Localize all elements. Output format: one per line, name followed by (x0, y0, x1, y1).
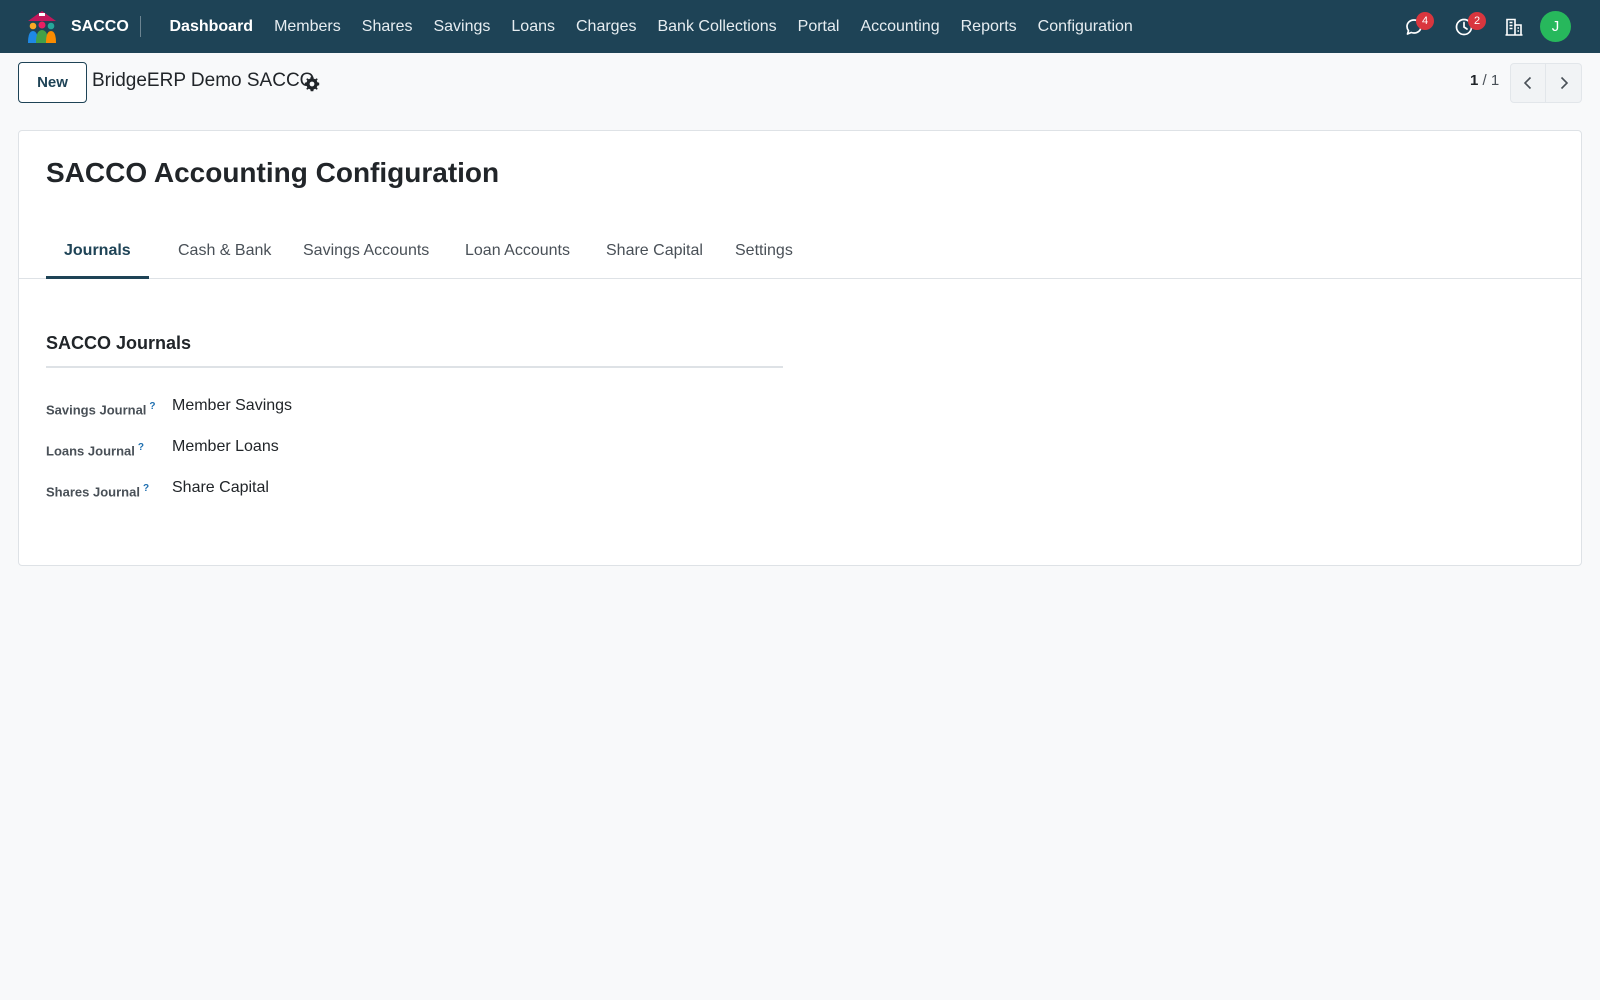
loans-journal-label: Loans Journal? (46, 442, 144, 459)
tab-loan-accounts[interactable]: Loan Accounts (447, 227, 588, 279)
gear-icon[interactable] (304, 76, 320, 92)
menu-item-accounting[interactable]: Accounting (850, 0, 950, 53)
tab-cash-and-bank[interactable]: Cash & Bank (160, 227, 289, 279)
chevron-left-icon (1523, 76, 1532, 90)
menu-item-savings[interactable]: Savings (423, 0, 501, 53)
form-sheet: SACCO Accounting Configuration Journals … (18, 130, 1582, 566)
help-tooltip-icon[interactable]: ? (149, 401, 155, 412)
new-button[interactable]: New (18, 62, 87, 103)
menu-item-charges[interactable]: Charges (565, 0, 646, 53)
tab-settings[interactable]: Settings (717, 227, 811, 279)
help-tooltip-icon[interactable]: ? (138, 442, 144, 453)
menu-item-portal[interactable]: Portal (787, 0, 850, 53)
messages-button[interactable]: 4 (1394, 0, 1434, 53)
menu-item-reports[interactable]: Reports (950, 0, 1027, 53)
pager-current: 1 (1470, 72, 1479, 89)
messages-count-badge: 4 (1416, 12, 1434, 30)
notebook-tabs: Journals Cash & Bank Savings Accounts Lo… (19, 227, 1581, 279)
pager-next-button[interactable] (1546, 63, 1582, 103)
app-name[interactable]: SACCO (71, 0, 129, 53)
main-menu: Dashboard Members Shares Savings Loans Charge… (159, 0, 1143, 53)
company-switcher-button[interactable] (1494, 0, 1534, 53)
pager-value[interactable]: 1 / 1 (1470, 72, 1499, 89)
activities-count-badge: 2 (1468, 12, 1486, 30)
loans-journal-value[interactable]: Member Loans (172, 438, 279, 456)
form-title: SACCO Accounting Configuration (46, 157, 500, 188)
savings-journal-value[interactable]: Member Savings (172, 397, 292, 415)
menu-item-dashboard[interactable]: Dashboard (159, 0, 264, 53)
pager-previous-button[interactable] (1510, 63, 1546, 103)
tab-savings-accounts[interactable]: Savings Accounts (285, 227, 447, 279)
chevron-right-icon (1560, 76, 1568, 90)
sacco-logo-icon[interactable] (24, 9, 60, 45)
shares-journal-label: Shares Journal? (46, 483, 150, 500)
shares-journal-value[interactable]: Share Capital (172, 479, 269, 497)
menu-item-shares[interactable]: Shares (351, 0, 423, 53)
savings-journal-label: Savings Journal? (46, 401, 156, 418)
menu-item-members[interactable]: Members (264, 0, 352, 53)
menu-item-configuration[interactable]: Configuration (1027, 0, 1143, 53)
tab-share-capital[interactable]: Share Capital (588, 227, 721, 279)
group-title: SACCO Journals (46, 333, 192, 353)
top-navbar: SACCO Dashboard Members Shares Savings Loans… (0, 0, 1600, 53)
menu-item-loans[interactable]: Loans (501, 0, 566, 53)
activities-button[interactable]: 2 (1444, 0, 1486, 53)
navbar-divider (140, 16, 141, 37)
breadcrumb-record-title: BridgeERP Demo SACCO (92, 70, 315, 91)
pager-total: / 1 (1482, 72, 1500, 89)
building-icon (1505, 18, 1523, 36)
tab-journals[interactable]: Journals (46, 227, 149, 279)
group-divider (46, 366, 783, 368)
help-tooltip-icon[interactable]: ? (143, 483, 149, 494)
menu-item-bank-collections[interactable]: Bank Collections (647, 0, 787, 53)
user-avatar[interactable]: J (1540, 11, 1571, 42)
